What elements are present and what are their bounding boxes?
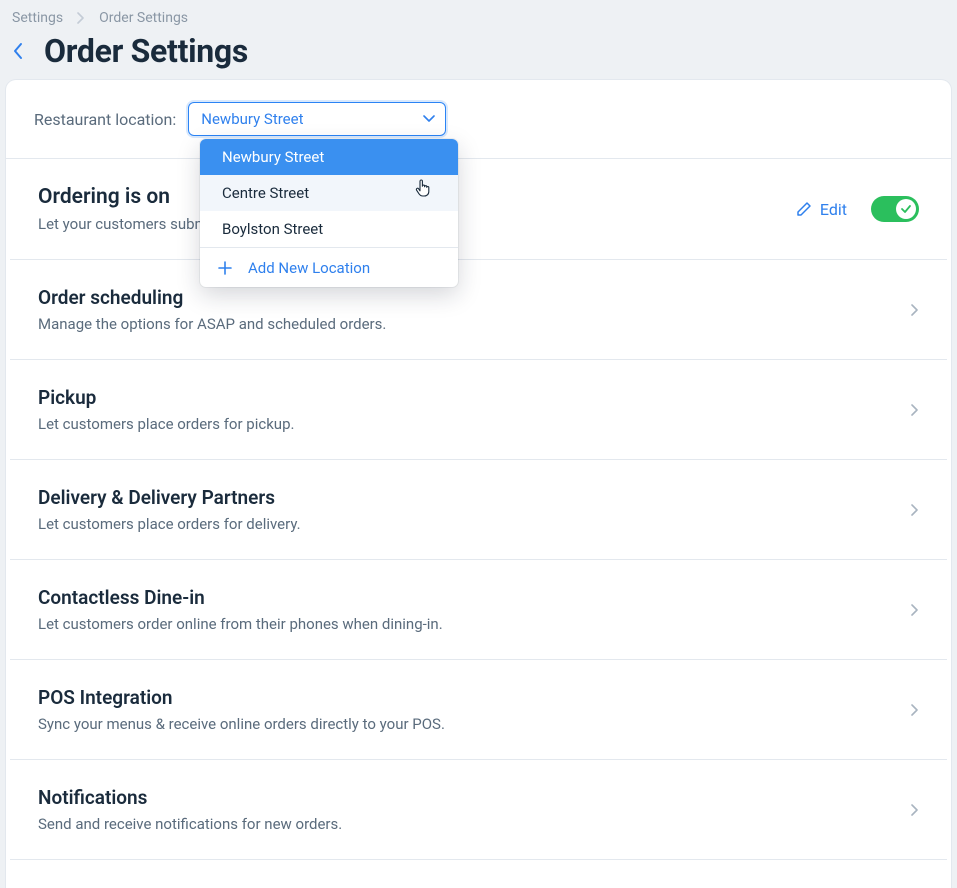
chevron-right-icon bbox=[911, 704, 919, 716]
chevron-right-icon bbox=[911, 804, 919, 816]
chevron-right-icon bbox=[77, 12, 85, 24]
ordering-toggle[interactable] bbox=[871, 196, 919, 222]
card-header: Restaurant location: Newbury Street Newb… bbox=[6, 80, 951, 159]
section-ordering: Ordering is on Let your customers subm E… bbox=[10, 159, 947, 260]
section-subtitle: Let customers place orders for pickup. bbox=[38, 415, 897, 433]
section-subtitle: Manage the options for ASAP and schedule… bbox=[38, 315, 897, 333]
section-notifications[interactable]: Notifications Send and receive notificati… bbox=[10, 760, 947, 860]
back-button[interactable] bbox=[6, 39, 30, 63]
location-label: Restaurant location: bbox=[34, 110, 176, 129]
section-title: Order scheduling bbox=[38, 286, 897, 309]
section-title: Notifications bbox=[38, 786, 897, 809]
chevron-right-icon bbox=[911, 304, 919, 316]
pencil-icon bbox=[796, 201, 812, 217]
edit-label: Edit bbox=[820, 200, 847, 219]
location-option-1[interactable]: Centre Street bbox=[200, 175, 458, 211]
chevron-right-icon bbox=[911, 604, 919, 616]
section-subtitle: Let customers order online from their ph… bbox=[38, 615, 897, 633]
section-title: Delivery & Delivery Partners bbox=[38, 486, 897, 509]
location-select[interactable]: Newbury Street bbox=[188, 102, 446, 136]
chevron-down-icon bbox=[423, 115, 435, 123]
section-title: Pickup bbox=[38, 386, 897, 409]
edit-ordering[interactable]: Edit bbox=[796, 200, 847, 219]
breadcrumb-root[interactable]: Settings bbox=[12, 10, 63, 26]
section-subtitle: Sync your menus & receive online orders … bbox=[38, 715, 897, 733]
plus-icon bbox=[218, 261, 232, 275]
chevron-right-icon bbox=[911, 404, 919, 416]
breadcrumb: Settings Order Settings bbox=[0, 0, 957, 28]
section-pos-integration[interactable]: POS Integration Sync your menus & receive… bbox=[10, 660, 947, 760]
location-dropdown: Newbury Street Centre Street Boylston St… bbox=[200, 139, 458, 287]
section-title: Contactless Dine-in bbox=[38, 586, 897, 609]
location-option-0[interactable]: Newbury Street bbox=[200, 139, 458, 175]
location-option-2[interactable]: Boylston Street bbox=[200, 211, 458, 247]
section-title: POS Integration bbox=[38, 686, 897, 709]
section-order-scheduling[interactable]: Order scheduling Manage the options for A… bbox=[10, 260, 947, 360]
sections-list: Ordering is on Let your customers subm E… bbox=[6, 159, 951, 888]
page-title: Order Settings bbox=[44, 32, 248, 70]
section-delivery[interactable]: Delivery & Delivery Partners Let customer… bbox=[10, 460, 947, 560]
section-pickup[interactable]: Pickup Let customers place orders for pic… bbox=[10, 360, 947, 460]
section-advanced[interactable]: AdvancedSet up additional options such a… bbox=[10, 860, 947, 888]
section-subtitle: Send and receive notifications for new o… bbox=[38, 815, 897, 833]
chevron-right-icon bbox=[911, 504, 919, 516]
location-selected-value: Newbury Street bbox=[201, 110, 303, 128]
add-new-location[interactable]: Add New Location bbox=[200, 247, 458, 287]
breadcrumb-current[interactable]: Order Settings bbox=[99, 10, 188, 26]
add-new-location-label: Add New Location bbox=[248, 259, 370, 277]
toggle-knob bbox=[896, 199, 916, 219]
section-subtitle: Let customers place orders for delivery. bbox=[38, 515, 897, 533]
settings-card: Restaurant location: Newbury Street Newb… bbox=[6, 80, 951, 888]
section-contactless-dinein[interactable]: Contactless Dine-in Let customers order o… bbox=[10, 560, 947, 660]
